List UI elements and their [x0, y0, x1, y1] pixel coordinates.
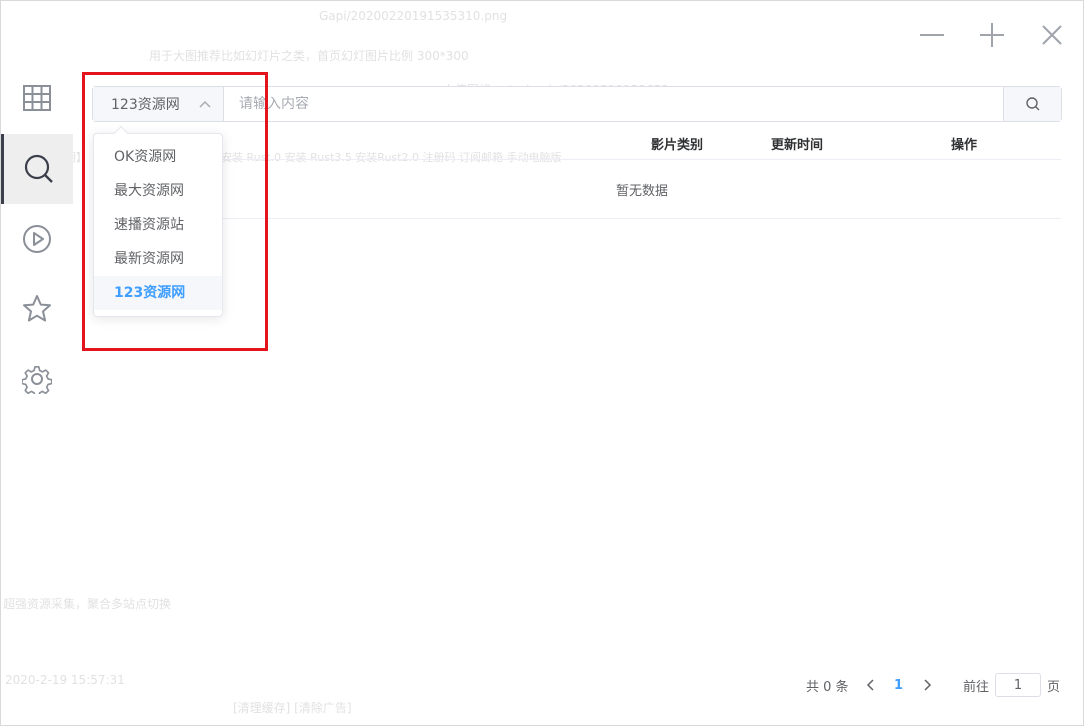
source-dropdown: OK资源网 最大资源网 速播资源站 最新资源网 123资源网	[93, 125, 223, 317]
dropdown-arrow	[113, 125, 129, 141]
chevron-up-icon	[199, 100, 211, 108]
ghost-slogan-text: 超强资源采集，聚合多站点切换	[3, 597, 172, 611]
page-suffix: 页	[1047, 679, 1061, 695]
sidebar-item-settings[interactable]	[1, 344, 73, 414]
ghost-hint-text: 用于大图推荐比如幻灯片之类，首页幻灯图片比例 300*300	[149, 49, 469, 63]
table-header: 影片类别 更新时间 操作	[223, 123, 1061, 160]
plus-icon	[980, 23, 1004, 47]
column-header-updated: 更新时间	[771, 138, 824, 153]
table-empty-state: 暂无数据	[223, 161, 1061, 219]
search-icon	[1025, 97, 1039, 111]
grid-icon	[23, 85, 51, 111]
column-header-actions: 操作	[951, 138, 978, 153]
next-page-button[interactable]	[921, 671, 935, 699]
sidebar-item-catalog[interactable]	[1, 63, 73, 133]
dropdown-option-selected[interactable]: 123资源网	[94, 276, 222, 310]
app-window: Gapi/20200220191535310.png 用于大图推荐比如幻灯片之类…	[0, 0, 1084, 726]
close-button[interactable]	[1032, 15, 1072, 55]
ghost-date-text: 2020-2-19 15:57:31	[5, 673, 125, 687]
maximize-button[interactable]	[972, 15, 1012, 55]
chevron-right-icon	[924, 679, 932, 691]
search-input[interactable]	[224, 87, 1003, 121]
sidebar-item-search[interactable]	[1, 134, 73, 204]
minimize-button[interactable]	[912, 15, 952, 55]
total-count: 共 0 条	[806, 679, 849, 695]
page-number: 1	[894, 677, 904, 693]
star-icon	[23, 295, 51, 322]
dropdown-option[interactable]: 最大资源网	[94, 174, 222, 208]
source-select-value: 123资源网	[111, 97, 180, 113]
search-icon	[24, 154, 53, 183]
source-select[interactable]: 123资源网	[93, 87, 224, 121]
play-icon	[23, 225, 51, 253]
sidebar-item-favorites[interactable]	[1, 274, 73, 344]
gear-icon	[22, 365, 52, 394]
dropdown-option[interactable]: 最新资源网	[94, 242, 222, 276]
page-number-current[interactable]: 1	[894, 671, 903, 699]
goto-page-input[interactable]	[995, 673, 1042, 697]
column-header-category: 影片类别	[651, 138, 704, 153]
sidebar	[1, 63, 73, 423]
goto-label: 前往	[963, 679, 990, 695]
close-icon	[1042, 25, 1062, 45]
dropdown-option[interactable]: OK资源网	[94, 140, 222, 174]
minimize-icon	[920, 34, 944, 36]
empty-text: 暂无数据	[615, 184, 668, 199]
search-button[interactable]	[1003, 87, 1061, 121]
chevron-left-icon	[866, 679, 874, 691]
sidebar-item-play[interactable]	[1, 204, 73, 274]
page-jumper: 前往 页	[963, 671, 1060, 699]
ghost-path-text: Gapi/20200220191535310.png	[319, 9, 508, 23]
dropdown-option[interactable]: 速播资源站	[94, 208, 222, 242]
search-bar: 123资源网	[92, 86, 1062, 122]
pagination-total: 共 0 条	[806, 671, 849, 699]
ghost-actions-text: [清理缓存] [清除广告]	[233, 701, 352, 715]
prev-page-button[interactable]	[863, 671, 877, 699]
